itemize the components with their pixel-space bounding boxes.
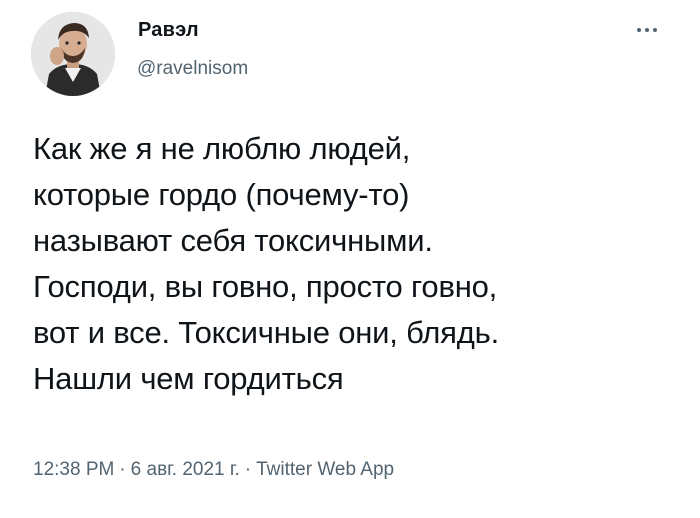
tweet-time[interactable]: 12:38 PM [33,459,114,480]
tweet-text-line: Нашли чем гордиться [33,361,344,396]
tweet-meta: 12:38 PM · 6 авг. 2021 г. · Twitter Web App [33,459,394,481]
display-name[interactable]: Равэл [138,19,199,42]
tweet-text-line: которые гордо (почему-то) [33,177,410,212]
tweet-card: Равэл @ravelnisom Как же я не люблю люде… [0,0,700,518]
more-options-button[interactable] [630,22,664,38]
user-handle[interactable]: @ravelnisom [137,58,248,80]
tweet-source[interactable]: Twitter Web App [256,459,394,480]
more-horizontal-icon-dot [653,28,657,32]
meta-separator: · [119,459,126,480]
avatar[interactable] [31,12,115,96]
avatar-image [31,12,115,96]
tweet-text-line: называют себя токсичными. [33,223,433,258]
more-horizontal-icon [637,28,641,32]
meta-separator: · [244,459,252,480]
tweet-date[interactable]: 6 авг. 2021 г. [131,459,240,480]
tweet-text: Как же я не люблю людей, которые гордо (… [33,126,683,402]
tweet-text-line: вот и все. Токсичные они, блядь. [33,315,499,350]
tweet-text-line: Как же я не люблю людей, [33,131,411,166]
tweet-text-line: Господи, вы говно, просто говно, [33,269,498,304]
more-horizontal-icon-dot [645,28,649,32]
